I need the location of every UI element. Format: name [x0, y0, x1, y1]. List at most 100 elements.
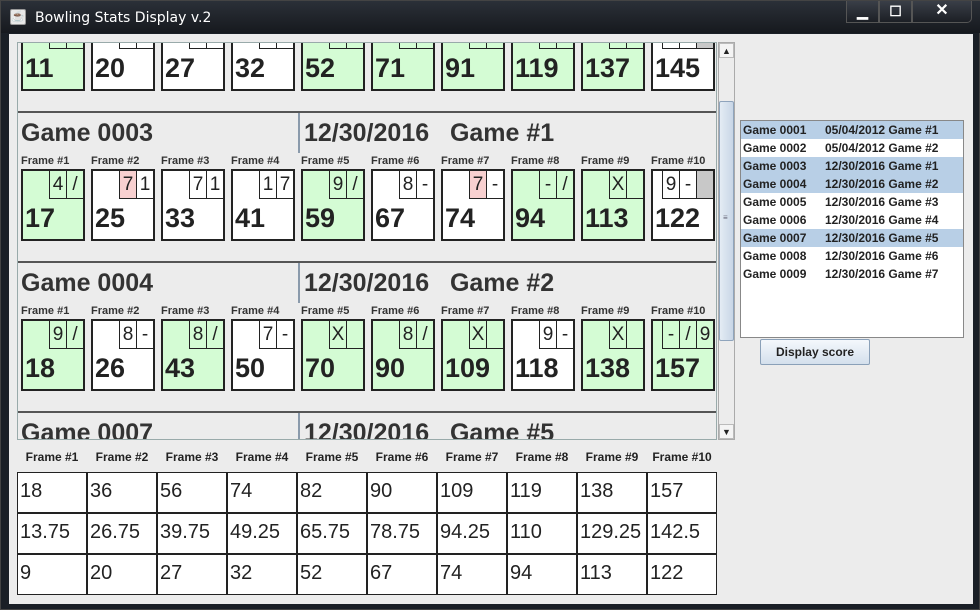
frame-label: Frame #7 [441, 155, 490, 167]
list-item[interactable]: Game 0006 12/30/2016 Game #4 [741, 211, 963, 229]
scroll-thumb[interactable]: ≡ [719, 101, 734, 341]
game-date: 12/30/2016 Game #5 [304, 419, 555, 440]
table-cell[interactable]: 113 [577, 554, 647, 595]
table-cell[interactable]: 32 [227, 554, 297, 595]
minimize-button[interactable]: ▁ [846, 1, 879, 23]
list-item[interactable]: Game 0004 12/30/2016 Game #2 [741, 175, 963, 193]
frame-box: 1627 [161, 43, 225, 91]
table-cell[interactable]: 56 [157, 472, 227, 513]
frame-total: 59 [305, 203, 336, 233]
frame-box: X 113 [581, 169, 645, 241]
list-item[interactable]: Game 0009 12/30/2016 Game #7 [741, 265, 963, 283]
table-row: 13.75 26.75 39.75 49.25 65.75 78.75 94.25 110 12… [17, 513, 717, 554]
maximize-button[interactable]: ☐ [879, 1, 912, 23]
list-item[interactable]: Game 0008 12/30/2016 Game #6 [741, 247, 963, 265]
table-cell[interactable]: 74 [227, 472, 297, 513]
frame-box: 5- 32 [231, 43, 295, 91]
frame-cell: Frame #2 7 1 25 [91, 153, 155, 243]
table-header: Frame #4 [235, 450, 289, 464]
scroll-up-arrow-icon[interactable]: ▲ [719, 43, 734, 58]
table-cell[interactable]: 90 [367, 472, 437, 513]
games-scroll-pane[interactable]: Frame #19/11Frame #21820Frame #31627Fram… [17, 42, 717, 440]
list-item-desc: 12/30/2016 Game #6 [825, 249, 939, 263]
table-cell[interactable]: 27 [157, 554, 227, 595]
list-item-desc: 05/04/2012 Game #2 [825, 141, 939, 155]
table-cell[interactable]: 142.5 [647, 513, 717, 554]
list-item-id: Game 0009 [743, 267, 807, 281]
table-header: Frame #2 [95, 450, 149, 464]
frame-label: Frame #8 [511, 305, 560, 317]
table-cell[interactable]: 78.75 [367, 513, 437, 554]
frame-box: X 109 [441, 319, 505, 391]
frame-label: Frame #2 [91, 305, 140, 317]
table-header: Frame #9 [585, 450, 639, 464]
table-cell[interactable]: 82 [297, 472, 367, 513]
table-cell[interactable]: 36 [87, 472, 157, 513]
table-header: Frame #1 [25, 450, 79, 464]
table-cell[interactable]: 110 [507, 513, 577, 554]
title-bar[interactable]: ☕ Bowling Stats Display v.2 ▁ ☐ ✕ [1, 1, 980, 33]
table-cell[interactable]: 74 [437, 554, 507, 595]
table-cell[interactable]: 67 [367, 554, 437, 595]
table-cell[interactable]: 39.75 [157, 513, 227, 554]
table-cell[interactable]: 26.75 [87, 513, 157, 554]
close-button[interactable]: ✕ [912, 1, 972, 23]
ball-mark [556, 43, 573, 49]
frame-box: 9- 122 [651, 169, 715, 241]
frame-total: 27 [165, 53, 196, 83]
table-cell[interactable]: 157 [647, 472, 717, 513]
frame-box: 8/ 43 [161, 319, 225, 391]
frame-box: 7-74 [441, 169, 505, 241]
frame-label: Frame #4 [231, 305, 280, 317]
list-item[interactable]: Game 0007 12/30/2016 Game #5 [741, 229, 963, 247]
table-cell[interactable]: 9 [17, 554, 87, 595]
frame-total: 11 [25, 53, 54, 83]
ball-mark [626, 43, 643, 49]
table-cell[interactable]: 109 [437, 472, 507, 513]
ball-mark [346, 43, 363, 49]
table-cell[interactable]: 122 [647, 554, 717, 595]
table-header: Frame #6 [375, 450, 429, 464]
vertical-scrollbar[interactable]: ▲ ≡ ▼ [718, 42, 735, 440]
list-item[interactable]: Game 0002 05/04/2012 Game #2 [741, 139, 963, 157]
table-cell[interactable]: 65.75 [297, 513, 367, 554]
list-item-desc: 12/30/2016 Game #5 [825, 231, 939, 245]
list-item[interactable]: Game 0003 12/30/2016 Game #1 [741, 157, 963, 175]
table-cell[interactable]: 94 [507, 554, 577, 595]
table-cell[interactable]: 52 [297, 554, 367, 595]
frame-cell: Frame #3 7 1 33 [161, 153, 225, 243]
ball-mark: 9 [399, 43, 416, 49]
list-item-id: Game 0003 [743, 159, 807, 173]
frame-box: 7 1 25 [91, 169, 155, 241]
frame-box: 9/ 91 [441, 43, 505, 91]
scroll-down-arrow-icon[interactable]: ▼ [719, 424, 734, 439]
frame-total: 25 [95, 203, 126, 233]
frame-cell: Frame #2 8-26 [91, 303, 155, 393]
table-cell[interactable]: 129.25 [577, 513, 647, 554]
game-select-list[interactable]: Game 0001 05/04/2012 Game #1 Game 0002 05/0… [740, 120, 964, 338]
ball-mark: 1 [259, 171, 276, 199]
frame-total: 20 [95, 53, 126, 83]
ball-mark: X [609, 321, 626, 349]
frame-total: 43 [165, 353, 196, 383]
ball-mark [696, 43, 713, 49]
frame-box: 1 7 41 [231, 169, 295, 241]
list-item[interactable]: Game 0005 12/30/2016 Game #3 [741, 193, 963, 211]
table-cell[interactable]: 18 [17, 472, 87, 513]
table-cell[interactable]: 119 [507, 472, 577, 513]
table-cell[interactable]: 138 [577, 472, 647, 513]
ball-mark: X [539, 43, 556, 49]
table-cell[interactable]: 13.75 [17, 513, 87, 554]
frame-total: 113 [585, 203, 629, 233]
list-item-desc: 12/30/2016 Game #3 [825, 195, 939, 209]
frame-label: Frame #8 [511, 155, 560, 167]
ball-mark: / [486, 43, 503, 49]
table-cell[interactable]: 94.25 [437, 513, 507, 554]
table-cell[interactable]: 49.25 [227, 513, 297, 554]
table-cell[interactable]: 20 [87, 554, 157, 595]
ball-mark: - [276, 43, 293, 49]
game-panel: Game 0003 12/30/2016 Game #1 Frame #1 4/17 F… [18, 113, 716, 263]
frame-cell: Frame #4 7-50 [231, 303, 295, 393]
list-item[interactable]: Game 0001 05/04/2012 Game #1 [741, 121, 963, 139]
display-score-button[interactable]: Display score [760, 339, 870, 365]
